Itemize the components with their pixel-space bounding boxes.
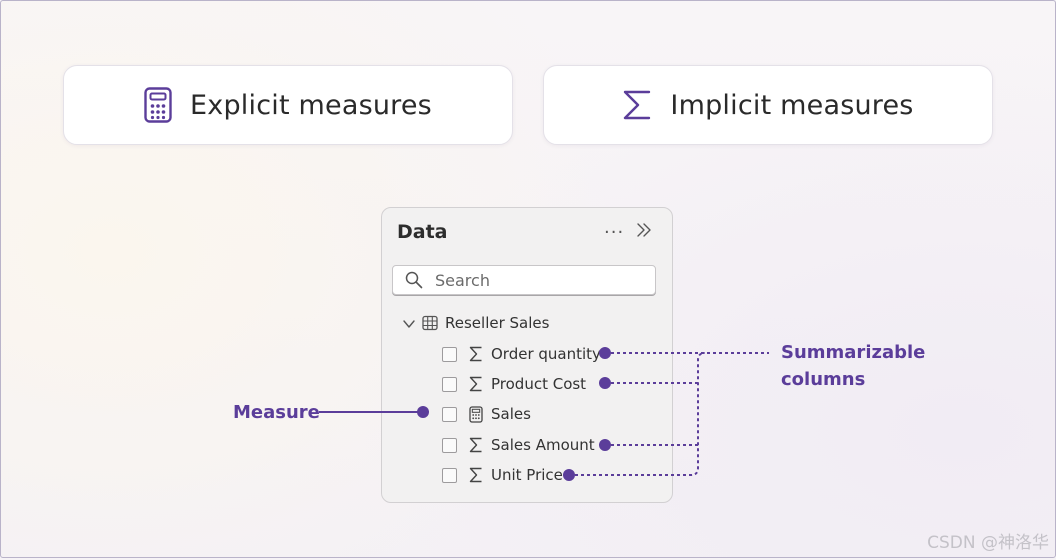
diagram-frame: Explicit measures Implicit measures Data… — [0, 0, 1056, 558]
sigma-icon — [468, 436, 484, 454]
field-checkbox[interactable] — [442, 346, 457, 362]
explicit-measures-title: Explicit measures — [190, 89, 432, 121]
pane-title: Data — [397, 221, 448, 243]
field-checkbox[interactable] — [442, 376, 457, 392]
field-product-cost[interactable]: Product Cost — [442, 373, 586, 395]
sigma-icon — [468, 345, 484, 363]
measure-callout: Measure — [233, 402, 320, 423]
implicit-measures-card: Implicit measures — [543, 65, 993, 145]
sigma-icon — [622, 89, 652, 121]
double-chevron-right-icon[interactable] — [636, 222, 652, 242]
calculator-icon — [468, 405, 484, 423]
implicit-measures-title: Implicit measures — [670, 89, 914, 121]
ellipsis-icon[interactable]: ··· — [604, 222, 624, 243]
sigma-icon — [468, 466, 484, 484]
sigma-icon — [468, 375, 484, 393]
watermark: CSDN @神洛华 — [927, 533, 1049, 553]
search-input[interactable]: Search — [392, 265, 656, 295]
table-name: Reseller Sales — [445, 314, 550, 332]
field-label: Unit Price — [491, 466, 563, 484]
field-checkbox[interactable] — [442, 437, 457, 453]
field-sales[interactable]: Sales — [442, 403, 531, 425]
explicit-measures-card: Explicit measures — [63, 65, 513, 145]
field-checkbox[interactable] — [442, 467, 457, 483]
calculator-icon — [144, 87, 172, 123]
field-label: Order quantity — [491, 345, 601, 363]
field-checkbox[interactable] — [442, 406, 457, 422]
summarizable-callout-line2: columns — [781, 369, 866, 390]
search-placeholder: Search — [435, 271, 490, 290]
summarizable-columns-callout: Summarizable columns — [781, 339, 925, 393]
chevron-down-icon[interactable] — [402, 316, 416, 330]
table-icon — [422, 315, 438, 331]
field-label: Product Cost — [491, 375, 587, 393]
field-order-quantity[interactable]: Order quantity — [442, 343, 601, 365]
field-unit-price[interactable]: Unit Price — [442, 464, 563, 486]
field-label: Sales — [491, 405, 531, 423]
summarizable-callout-line1: Summarizable — [781, 342, 926, 363]
field-label: Sales Amount — [491, 436, 595, 454]
field-sales-amount[interactable]: Sales Amount — [442, 434, 595, 456]
data-pane: Data ··· Search Reseller Sales Order qua… — [381, 207, 673, 503]
table-reseller-sales[interactable]: Reseller Sales — [402, 312, 549, 334]
search-icon — [405, 271, 423, 293]
